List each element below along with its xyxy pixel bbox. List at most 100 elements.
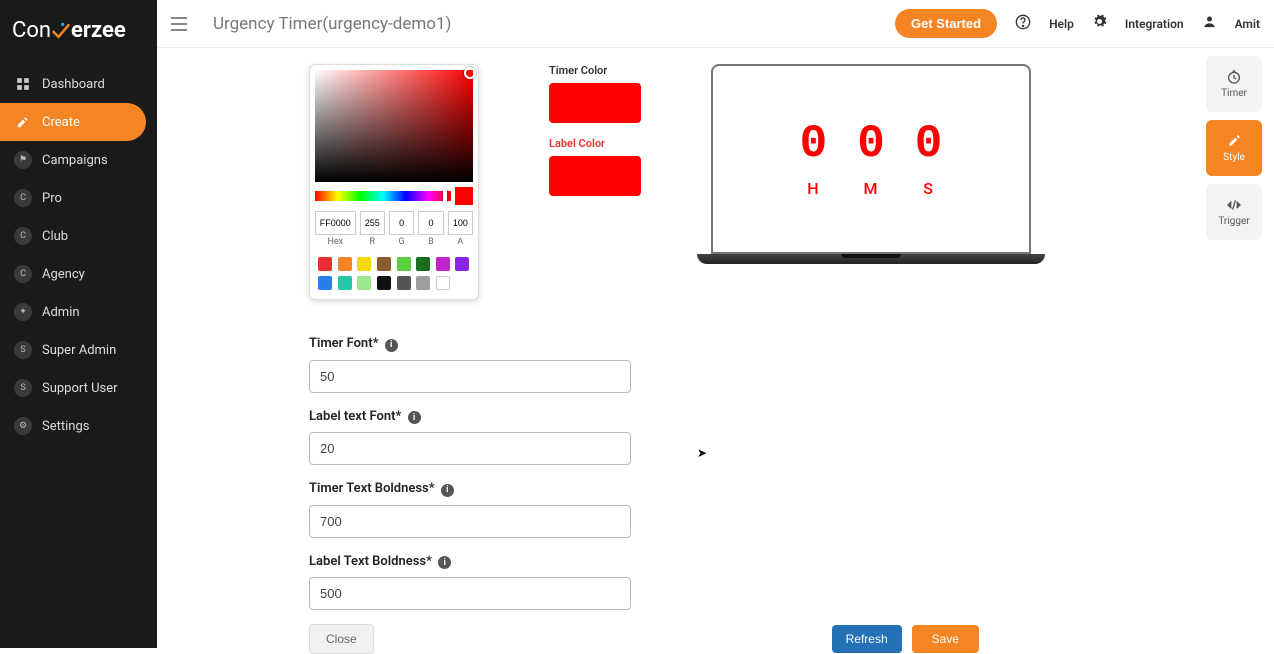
color-swatch[interactable] xyxy=(416,276,430,290)
brand-part2: erzee xyxy=(71,18,126,43)
sidebar-item-campaigns[interactable]: ⚑ Campaigns xyxy=(0,141,157,179)
color-swatch[interactable] xyxy=(397,276,411,290)
g-label: G xyxy=(389,237,414,247)
r-input[interactable] xyxy=(360,211,385,235)
hex-label: Hex xyxy=(315,237,356,247)
user-icon[interactable] xyxy=(1202,14,1217,33)
timer-value: 0 xyxy=(915,121,943,167)
timer-color-swatch[interactable] xyxy=(549,83,641,123)
info-icon[interactable]: i xyxy=(438,556,451,569)
label-color-swatch[interactable] xyxy=(549,156,641,196)
sidebar: Con erzee Dashboard Create ⚑ Campaigns C… xyxy=(0,0,157,648)
brand-check-icon xyxy=(51,19,71,43)
color-swatch[interactable] xyxy=(436,276,450,290)
preview-device: 0H0M0S xyxy=(711,64,1031,264)
color-swatch[interactable] xyxy=(338,257,352,271)
preview-base xyxy=(697,254,1045,264)
saturation-brightness-field[interactable] xyxy=(315,70,473,182)
color-swatch[interactable] xyxy=(357,276,371,290)
hue-slider[interactable] xyxy=(315,191,451,201)
sidebar-item-label: Support User xyxy=(42,381,118,396)
sidebar-item-create[interactable]: Create xyxy=(0,103,146,141)
create-icon xyxy=(14,113,32,131)
timer-font-input[interactable] xyxy=(309,360,631,393)
label-font-input[interactable] xyxy=(309,432,631,465)
pro-icon: C xyxy=(14,189,32,207)
gear-icon[interactable] xyxy=(1092,14,1107,33)
sidebar-item-club[interactable]: C Club xyxy=(0,217,157,255)
color-picker-popover[interactable]: Hex R G B A xyxy=(309,64,479,300)
label-font-label: Label text Font* i xyxy=(309,409,631,425)
help-link[interactable]: Help xyxy=(1049,17,1074,31)
brand-logo: Con erzee xyxy=(0,0,157,65)
close-button[interactable]: Close xyxy=(309,624,374,654)
user-name[interactable]: Amit xyxy=(1235,17,1260,31)
sidebar-item-agency[interactable]: C Agency xyxy=(0,255,157,293)
b-input[interactable] xyxy=(418,211,443,235)
sidebar-item-support-user[interactable]: S Support User xyxy=(0,369,157,407)
dashboard-icon xyxy=(14,75,32,93)
menu-toggle-icon[interactable] xyxy=(171,17,187,31)
timer-value: 0 xyxy=(857,121,885,167)
sidebar-item-label: Super Admin xyxy=(42,343,116,358)
sidebar-item-label: Admin xyxy=(42,305,80,320)
a-input[interactable] xyxy=(448,211,473,235)
timer-cell: 0S xyxy=(915,121,943,198)
main-content: Hex R G B A Timer Color Label Color 0H0M… xyxy=(157,48,1274,648)
sidebar-item-dashboard[interactable]: Dashboard xyxy=(0,65,157,103)
label-color-label: Label Color xyxy=(549,137,641,150)
integration-link[interactable]: Integration xyxy=(1125,17,1184,31)
a-label: A xyxy=(448,237,473,247)
settings-icon: ⚙ xyxy=(14,417,32,435)
color-swatch[interactable] xyxy=(416,257,430,271)
color-swatch[interactable] xyxy=(397,257,411,271)
sidebar-item-label: Dashboard xyxy=(42,77,105,92)
preset-swatches xyxy=(315,255,473,294)
current-color-swatch xyxy=(455,187,473,205)
save-button[interactable]: Save xyxy=(912,625,979,653)
page-title: Urgency Timer(urgency-demo1) xyxy=(213,14,451,34)
label-bold-input[interactable] xyxy=(309,577,631,610)
color-swatch[interactable] xyxy=(318,257,332,271)
sidebar-item-label: Campaigns xyxy=(42,153,108,168)
color-swatch[interactable] xyxy=(318,276,332,290)
support-user-icon: S xyxy=(14,379,32,397)
timer-unit-label: M xyxy=(863,179,878,198)
agency-icon: C xyxy=(14,265,32,283)
label-bold-label: Label Text Boldness* i xyxy=(309,554,631,570)
sidebar-item-label: Club xyxy=(42,229,68,244)
timer-bold-input[interactable] xyxy=(309,505,631,538)
b-label: B xyxy=(418,237,443,247)
sidebar-item-pro[interactable]: C Pro xyxy=(0,179,157,217)
info-icon[interactable]: i xyxy=(441,484,454,497)
sidebar-item-admin[interactable]: ✦ Admin xyxy=(0,293,157,331)
timer-bold-label: Timer Text Boldness* i xyxy=(309,481,631,497)
brand-part1: Con xyxy=(12,18,51,43)
g-input[interactable] xyxy=(389,211,414,235)
hex-input[interactable] xyxy=(315,211,356,235)
timer-cell: 0H xyxy=(800,121,828,198)
color-swatch[interactable] xyxy=(455,257,469,271)
sidebar-item-label: Pro xyxy=(42,191,62,206)
color-swatch[interactable] xyxy=(338,276,352,290)
preview-screen: 0H0M0S xyxy=(711,64,1031,254)
color-swatch[interactable] xyxy=(377,257,391,271)
super-admin-icon: S xyxy=(14,341,32,359)
timer-unit-label: H xyxy=(807,179,819,198)
sidebar-item-settings[interactable]: ⚙ Settings xyxy=(0,407,157,445)
mouse-cursor: ➤ xyxy=(697,446,707,460)
refresh-button[interactable]: Refresh xyxy=(832,625,902,653)
color-swatch[interactable] xyxy=(357,257,371,271)
get-started-button[interactable]: Get Started xyxy=(895,9,997,38)
info-icon[interactable]: i xyxy=(385,339,398,352)
info-icon[interactable]: i xyxy=(408,411,421,424)
footer-actions: Close Refresh Save xyxy=(309,624,979,654)
color-swatch[interactable] xyxy=(436,257,450,271)
campaigns-icon: ⚑ xyxy=(14,151,32,169)
timer-value: 0 xyxy=(800,121,828,167)
help-circle-icon[interactable] xyxy=(1015,14,1031,34)
sidebar-item-label: Agency xyxy=(42,267,85,282)
timer-unit-label: S xyxy=(923,179,934,198)
sidebar-item-super-admin[interactable]: S Super Admin xyxy=(0,331,157,369)
color-swatch[interactable] xyxy=(377,276,391,290)
